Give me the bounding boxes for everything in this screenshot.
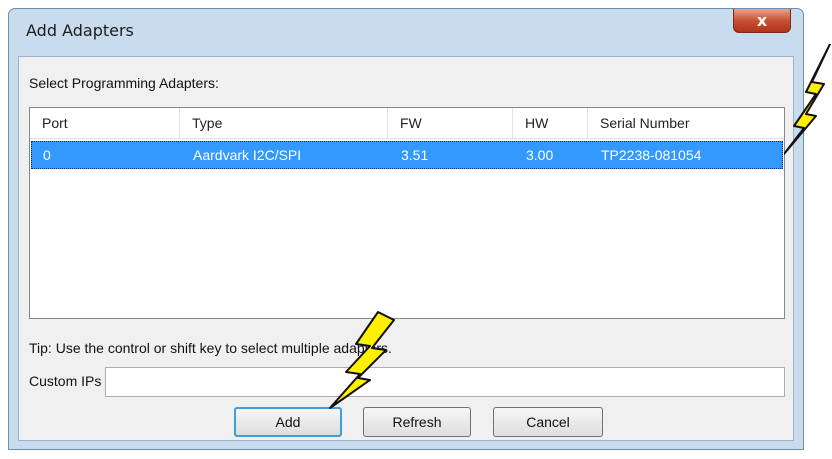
cancel-button[interactable]: Cancel [493,407,603,437]
close-icon: x [756,11,768,30]
refresh-button[interactable]: Refresh [363,407,471,437]
cell-port: 0 [43,147,51,163]
custom-ips-label: Custom IPs [29,373,102,389]
column-header-fw[interactable]: FW [388,108,513,138]
window-title: Add Adapters [26,21,134,40]
column-header-serial[interactable]: Serial Number [588,108,784,138]
cell-hw: 3.00 [526,147,554,163]
column-header-hw[interactable]: HW [513,108,588,138]
lightning-bolt-icon [329,311,395,409]
add-button[interactable]: Add [234,407,342,437]
cell-serial: TP2238-081054 [601,147,702,163]
adapter-list[interactable]: Port Type FW HW Serial Number 0 Aardvark… [29,107,785,319]
cell-type: Aardvark I2C/SPI [193,147,302,163]
title-bar[interactable]: Add Adapters x [9,9,803,55]
cell-fw: 3.51 [401,147,429,163]
dialog-body: Select Programming Adapters: Port Type F… [18,56,794,441]
column-header-port[interactable]: Port [30,108,180,138]
column-header-type[interactable]: Type [180,108,388,138]
add-adapters-window: Add Adapters x Select Programming Adapte… [8,8,804,450]
list-header: Port Type FW HW Serial Number [30,108,784,139]
table-row[interactable]: 0 Aardvark I2C/SPI 3.51 3.00 TP2238-0810… [31,141,783,169]
lightning-bolt-icon [784,44,831,155]
close-button[interactable]: x [733,9,791,33]
custom-ips-input[interactable] [105,367,785,397]
select-adapters-label: Select Programming Adapters: [29,75,219,91]
